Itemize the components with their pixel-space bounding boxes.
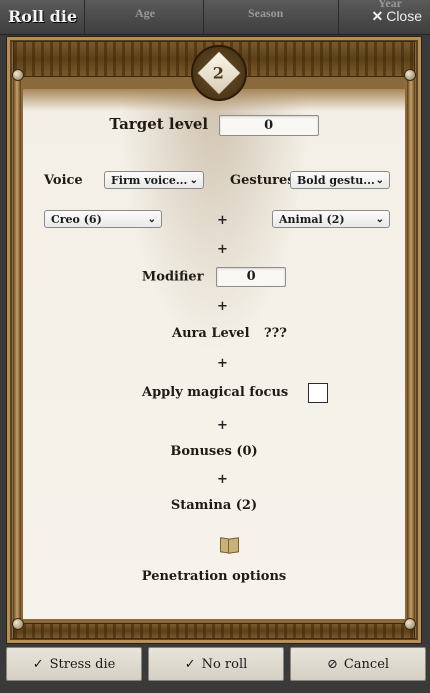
dialog-frame: Target level 0 Voice Firm voice... ⌄ Ges… [6, 36, 422, 644]
cancel-label: Cancel [343, 656, 390, 672]
plus-sign: + [217, 356, 228, 371]
bonuses-row: Bonuses (0) [23, 444, 405, 459]
aura-level-label: Aura Level [172, 326, 250, 341]
stress-die-label: Stress die [49, 656, 116, 672]
gestures-selected: Bold gestu... [297, 174, 375, 187]
left-frame-bar [13, 75, 21, 625]
modifier-field[interactable]: 0 [216, 267, 287, 287]
check-icon: ✓ [184, 656, 196, 672]
column-separator [84, 0, 85, 34]
chevron-down-icon: ⌄ [375, 175, 384, 186]
cancel-icon: ⊘ [326, 656, 338, 672]
no-roll-button[interactable]: ✓ No roll [148, 647, 284, 681]
plus-sign: + [217, 418, 228, 433]
form-select[interactable]: Animal (2) ⌄ [272, 210, 390, 228]
window-title: Roll die [8, 7, 78, 26]
technique-selected: Creo (6) [51, 213, 102, 226]
roll-parchment: Target level 0 Voice Firm voice... ⌄ Ges… [23, 89, 405, 619]
column-separator [203, 0, 204, 34]
modifier-label: Modifier [141, 269, 204, 285]
magical-focus-checkbox[interactable] [308, 383, 328, 403]
chevron-down-icon: ⌄ [147, 214, 156, 225]
bottom-ornament [13, 623, 415, 639]
stamina-label[interactable]: Stamina (2) [171, 498, 257, 513]
plus-sign: + [217, 472, 228, 487]
cancel-button[interactable]: ⊘ Cancel [290, 647, 426, 681]
chevron-down-icon: ⌄ [189, 175, 198, 186]
penetration-options-label[interactable]: Penetration options [142, 569, 286, 584]
dialog-footer: ✓ Stress die ✓ No roll ⊘ Cancel [0, 646, 430, 693]
frame-knob [12, 69, 24, 81]
no-roll-label: No roll [201, 656, 248, 672]
window-title-bar: Roll die Age Season Year ✕ Close [0, 0, 430, 35]
gestures-label: Gestures [230, 173, 295, 188]
die-medallion: 2 [191, 45, 247, 101]
target-level-row: Target level 0 [23, 115, 405, 136]
column-separator [338, 0, 339, 34]
aura-level-value: ??? [264, 326, 287, 341]
plus-sign: + [217, 213, 228, 228]
close-label: Close [386, 8, 422, 24]
book-icon[interactable] [220, 537, 239, 554]
plus-sign: + [217, 299, 228, 314]
modifier-row: Modifier 0 [23, 267, 405, 287]
voice-label: Voice [44, 173, 83, 188]
frame-knob [12, 618, 24, 630]
voice-select[interactable]: Firm voice... ⌄ [104, 171, 204, 189]
stress-die-button[interactable]: ✓ Stress die [6, 647, 142, 681]
penetration-row: Penetration options [23, 569, 405, 584]
voice-selected: Firm voice... [111, 174, 188, 187]
magical-focus-label: Apply magical focus [142, 385, 289, 400]
bonuses-label[interactable]: Bonuses (0) [170, 444, 257, 459]
background-column-age: Age [135, 6, 155, 20]
background-column-season: Season [248, 6, 284, 20]
stamina-row: Stamina (2) [23, 498, 405, 513]
form-selected: Animal (2) [279, 213, 345, 226]
check-icon: ✓ [32, 656, 44, 672]
right-frame-bar [407, 75, 415, 625]
close-button[interactable]: ✕ Close [371, 8, 422, 25]
close-icon: ✕ [371, 8, 384, 24]
target-level-label: Target level [109, 115, 209, 133]
d10-die-icon: 2 [196, 50, 242, 96]
chevron-down-icon: ⌄ [375, 214, 384, 225]
die-face-number: 2 [213, 63, 225, 83]
frame-knob [404, 69, 416, 81]
book-page [228, 537, 239, 554]
frame-knob [404, 618, 416, 630]
gestures-select[interactable]: Bold gestu... ⌄ [290, 171, 390, 189]
plus-sign: + [217, 242, 228, 257]
target-level-field[interactable]: 0 [218, 115, 319, 136]
technique-select[interactable]: Creo (6) ⌄ [44, 210, 162, 228]
